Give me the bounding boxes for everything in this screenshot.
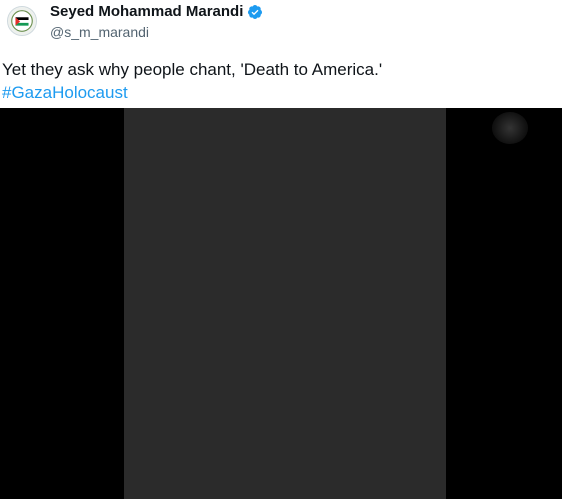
author-name-row: Seyed Mohammad Marandi — [50, 3, 263, 20]
post-text: Yet they ask why people chant, 'Death to… — [2, 60, 383, 79]
avatar[interactable] — [7, 6, 37, 36]
display-name[interactable]: Seyed Mohammad Marandi — [50, 3, 243, 20]
author-handle[interactable]: @s_m_marandi — [50, 24, 149, 40]
palestinian-flag-avatar-icon — [8, 7, 36, 35]
video-overlay-icon — [492, 112, 528, 144]
video-player[interactable] — [0, 108, 562, 499]
video-frame-placeholder[interactable] — [124, 108, 446, 499]
post-header: Seyed Mohammad Marandi @s_m_marandi — [0, 0, 562, 52]
hashtag-link[interactable]: #GazaHolocaust — [2, 81, 128, 104]
verified-badge-icon — [247, 4, 263, 20]
